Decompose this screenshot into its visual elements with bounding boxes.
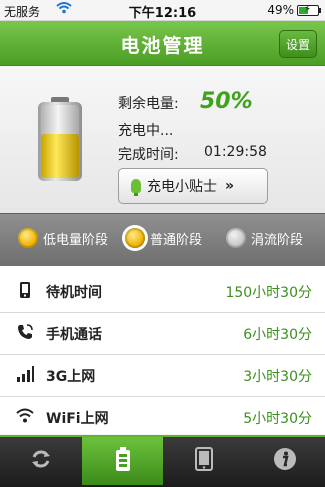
battery-status: 49% ⚡	[267, 3, 321, 17]
list-item-value: 5小时30分	[243, 411, 312, 427]
charging-stages-bar: 低电量阶段 普通阶段 涓流阶段	[0, 213, 325, 266]
stage-label: 涓流阶段	[251, 232, 304, 248]
remaining-value: 50%	[200, 89, 253, 114]
stage-low: 低电量阶段	[18, 228, 108, 248]
battery-percent: 49%	[267, 3, 294, 17]
tab-refresh[interactable]	[0, 437, 81, 485]
list-item: 待机时间 150小时30分	[0, 270, 325, 313]
phone-call-icon	[16, 323, 34, 341]
battery-icon	[115, 447, 131, 475]
stage-indicator-icon	[18, 228, 38, 248]
list-item-value: 150小时30分	[225, 285, 312, 301]
title-bar: 电池管理 设置	[0, 21, 325, 66]
signal-bars-icon	[16, 365, 34, 383]
tab-info[interactable]	[244, 437, 325, 485]
stage-indicator-icon	[125, 228, 145, 248]
charging-tips-label: 充电小贴士	[147, 179, 217, 195]
list-item-name: 手机通话	[46, 327, 102, 343]
usage-time-list: 待机时间 150小时30分 手机通话 6小时30分 3G上网 3小时30分 Wi…	[0, 266, 325, 434]
stage-label: 普通阶段	[150, 232, 203, 248]
stage-normal: 普通阶段	[125, 228, 202, 248]
charging-tips-button[interactable]: 充电小贴士 »	[118, 168, 268, 204]
battery-charging-icon: ⚡	[297, 4, 321, 16]
charging-status: 充电中...	[118, 123, 174, 139]
list-item: 3G上网 3小时30分	[0, 354, 325, 397]
list-item: 手机通话 6小时30分	[0, 312, 325, 355]
refresh-icon	[30, 448, 52, 474]
wifi-icon	[16, 407, 34, 425]
tab-bar	[0, 435, 325, 487]
page-title: 电池管理	[120, 35, 205, 57]
finish-time-value: 01:29:58	[204, 144, 267, 160]
lightbulb-icon	[131, 179, 141, 196]
list-item-value: 3小时30分	[243, 369, 312, 385]
double-chevron-right-icon: »	[225, 178, 235, 194]
tab-device[interactable]	[163, 437, 244, 485]
remaining-label: 剩余电量:	[118, 96, 179, 112]
list-item-name: 待机时间	[46, 285, 102, 301]
stage-label: 低电量阶段	[43, 232, 109, 248]
tab-battery[interactable]	[82, 437, 163, 485]
tablet-icon	[194, 447, 213, 475]
list-item-value: 6小时30分	[243, 327, 312, 343]
list-item-name: 3G上网	[46, 369, 96, 385]
list-item: WiFi上网 5小时30分	[0, 396, 325, 434]
list-item-name: WiFi上网	[46, 411, 109, 427]
stage-indicator-icon	[226, 228, 246, 248]
phone-standby-icon	[16, 281, 34, 299]
info-icon	[273, 447, 297, 475]
stage-trickle: 涓流阶段	[226, 228, 303, 248]
finish-time-label: 完成时间:	[118, 147, 179, 163]
battery-level-icon	[38, 97, 82, 181]
status-bar: 无服务 下午12:16 49% ⚡	[0, 0, 325, 21]
settings-button[interactable]: 设置	[279, 30, 317, 58]
